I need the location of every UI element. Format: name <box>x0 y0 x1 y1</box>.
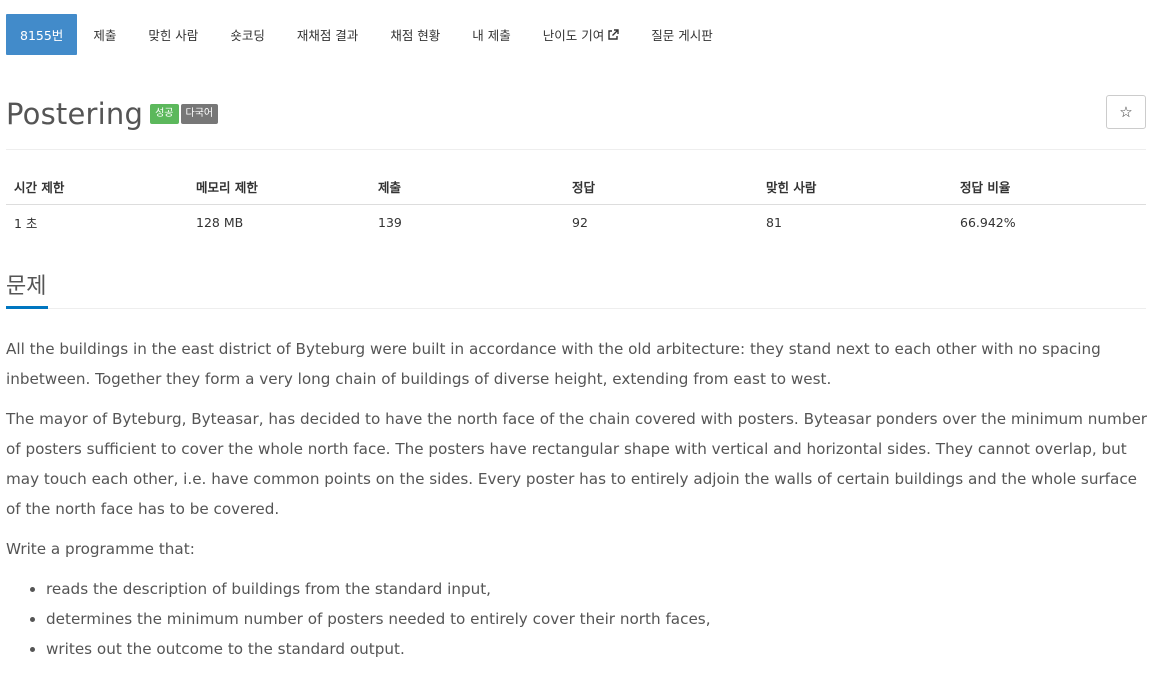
problem-nav: 8155번 제출 맞힌 사람 숏코딩 재채점 결과 채점 현황 내 제출 난이도… <box>6 14 729 55</box>
tab-label: 제출 <box>93 28 117 43</box>
description-paragraph: All the buildings in the east district o… <box>6 340 1101 388</box>
tab-label: 재채점 결과 <box>296 28 359 43</box>
external-link-icon <box>607 28 619 41</box>
memory-limit-value: 128 MB <box>196 214 244 230</box>
solved-users-value: 81 <box>766 214 782 230</box>
tab-label: 숏코딩 <box>230 28 265 43</box>
table-row: 1 초 128 MB 139 92 81 66.942% <box>6 204 1146 240</box>
header-time-limit: 시간 제한 <box>6 170 188 205</box>
header-memory-limit: 메모리 제한 <box>188 170 370 205</box>
header-accept-ratio: 정답 비율 <box>952 170 1146 205</box>
problem-section-header: 문제 <box>6 272 1146 309</box>
description-paragraph: The mayor of Byteburg, Byteasar, has dec… <box>6 410 1148 518</box>
section-title: 문제 <box>6 272 49 309</box>
header-submissions: 제출 <box>370 170 564 205</box>
tab-label: 난이도 기여 <box>542 28 605 43</box>
problem-description: All the buildings in the east district o… <box>6 334 1151 664</box>
tab-label: 8155번 <box>20 28 64 43</box>
tab-label: 맞힌 사람 <box>148 28 199 43</box>
problem-title: Postering <box>6 97 144 131</box>
status-badge: 성공 <box>150 104 179 124</box>
tab-submit[interactable]: 제출 <box>77 14 132 55</box>
task-list: reads the description of buildings from … <box>46 574 1151 664</box>
tab-label: 질문 게시판 <box>651 28 713 43</box>
list-item: determines the minimum number of posters… <box>46 604 1151 634</box>
problem-title-row: Postering 성공 다국어 <box>6 94 219 134</box>
time-limit-value: 1 초 <box>14 215 38 231</box>
list-item: writes out the outcome to the standard o… <box>46 634 1151 664</box>
tab-label: 채점 현황 <box>390 28 441 43</box>
list-item: reads the description of buildings from … <box>46 574 1151 604</box>
tab-label: 내 제출 <box>472 28 511 43</box>
star-button[interactable]: ☆ <box>1106 95 1146 129</box>
divider <box>6 149 1146 150</box>
star-icon: ☆ <box>1119 103 1133 121</box>
tab-my-submissions[interactable]: 내 제출 <box>456 14 526 55</box>
submissions-value: 139 <box>378 214 402 230</box>
language-badge: 다국어 <box>180 104 219 124</box>
problem-info-table: 시간 제한 메모리 제한 제출 정답 맞힌 사람 정답 비율 1 초 128 M… <box>6 170 1146 240</box>
accept-ratio-value: 66.942% <box>960 214 1016 230</box>
tab-judge-status[interactable]: 채점 현황 <box>374 14 456 55</box>
tab-problem-number[interactable]: 8155번 <box>6 14 78 55</box>
accepted-value: 92 <box>572 214 588 230</box>
tab-solved-users[interactable]: 맞힌 사람 <box>132 14 214 55</box>
table-header-row: 시간 제한 메모리 제한 제출 정답 맞힌 사람 정답 비율 <box>6 170 1146 205</box>
header-solved-users: 맞힌 사람 <box>758 170 952 205</box>
description-paragraph: Write a programme that: <box>6 540 195 558</box>
tab-question-board[interactable]: 질문 게시판 <box>635 14 728 55</box>
tab-rejudge-results[interactable]: 재채점 결과 <box>281 14 374 55</box>
header-accepted: 정답 <box>564 170 758 205</box>
tab-short-coding[interactable]: 숏코딩 <box>214 14 281 55</box>
tab-difficulty-contribution[interactable]: 난이도 기여 <box>527 14 635 55</box>
